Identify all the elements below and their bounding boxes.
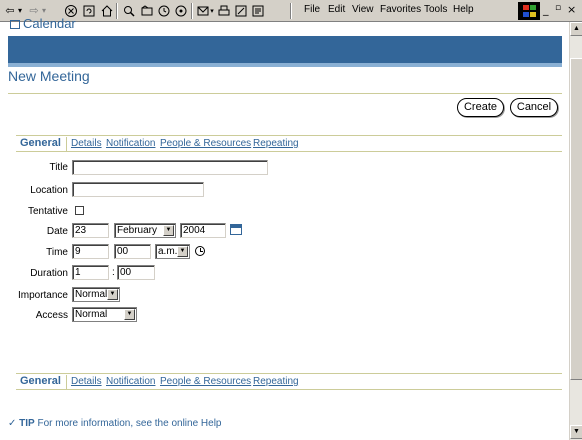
date-label: Date [46, 226, 68, 237]
tab-details[interactable]: Details [71, 138, 102, 149]
chevron-down-icon: ▼ [163, 225, 174, 236]
chevron-down-icon: ▼ [124, 309, 135, 320]
favorites-icon[interactable] [140, 3, 154, 19]
tip-line: ✓ TIP For more information, see the onli… [8, 418, 222, 429]
location-field[interactable] [72, 182, 204, 197]
discuss-icon[interactable] [251, 3, 265, 19]
tab-notification[interactable]: Notification [106, 138, 155, 149]
print-icon[interactable] [217, 3, 231, 19]
tab-bar-bottom: General Details Notification People & Re… [16, 373, 562, 390]
scroll-up-icon[interactable]: ▲ [570, 22, 582, 36]
menu-help[interactable]: Help [453, 4, 474, 15]
tip-text: For more information, see the online Hel… [37, 418, 222, 429]
mail-icon[interactable] [196, 3, 210, 19]
tip-label: TIP [19, 418, 35, 429]
header-banner-shadow [8, 63, 562, 67]
date-month-value: February [117, 225, 158, 236]
date-year-field[interactable]: 2004 [180, 223, 226, 238]
history-icon[interactable] [157, 3, 171, 19]
tab-people-resources[interactable]: People & Resources [160, 376, 251, 387]
access-label: Access [35, 310, 68, 321]
refresh-icon[interactable] [82, 3, 96, 19]
duration-hours-field[interactable]: 1 [72, 265, 109, 280]
menu-tools[interactable]: Tools [424, 4, 447, 15]
calendar-link[interactable]: Calendar [10, 16, 76, 31]
edit-icon[interactable] [234, 3, 248, 19]
importance-value: Normal [75, 289, 108, 300]
time-ampm-value: a.m. [158, 246, 178, 257]
home-icon[interactable] [100, 3, 114, 19]
scroll-thumb[interactable] [570, 58, 582, 380]
tab-general[interactable]: General [20, 137, 61, 149]
time-ampm-select[interactable]: a.m. ▼ [155, 244, 190, 259]
toolbar-separator [290, 3, 292, 19]
calendar-icon [10, 20, 20, 29]
menu-file[interactable]: File [304, 4, 320, 15]
tab-repeating[interactable]: Repeating [253, 376, 299, 387]
minimize-icon[interactable]: _ [543, 3, 549, 16]
search-icon[interactable] [122, 3, 136, 19]
menu-favorites[interactable]: Favorites [380, 4, 421, 15]
title-field[interactable] [72, 160, 268, 175]
vertical-scrollbar[interactable]: ▲ ▼ [569, 22, 582, 440]
access-select[interactable]: Normal ▼ [72, 307, 137, 322]
browser-toolbar: ⇦ ▾ ⇨ ▾ ▾ File Edit View Favorites Tools… [0, 0, 582, 22]
mail-dropdown-icon[interactable]: ▾ [209, 3, 215, 19]
location-label: Location [30, 185, 68, 196]
cancel-button[interactable]: Cancel [510, 98, 558, 117]
date-picker-icon[interactable] [230, 224, 242, 235]
toolbar-separator [191, 3, 193, 19]
header-banner [8, 36, 562, 66]
duration-separator: : [112, 267, 115, 278]
tip-icon: ✓ [8, 418, 17, 429]
menu-edit[interactable]: Edit [328, 4, 345, 15]
tab-divider [66, 375, 67, 389]
tentative-checkbox[interactable] [75, 206, 84, 215]
chevron-down-icon: ▼ [107, 289, 118, 300]
time-minute-field[interactable]: 00 [114, 244, 151, 259]
date-day-field[interactable]: 23 [72, 223, 109, 238]
close-icon[interactable]: × [567, 3, 576, 16]
restore-icon[interactable]: ▫ [555, 3, 561, 13]
importance-select[interactable]: Normal ▼ [72, 287, 120, 302]
create-button[interactable]: Create [457, 98, 504, 117]
scroll-down-icon[interactable]: ▼ [570, 425, 582, 439]
clock-icon[interactable] [195, 246, 205, 256]
tab-general[interactable]: General [20, 375, 61, 387]
title-divider [8, 93, 562, 94]
page-title: New Meeting [8, 68, 90, 84]
importance-label: Importance [17, 290, 68, 301]
duration-minutes-field[interactable]: 00 [117, 265, 155, 280]
access-value: Normal [75, 309, 108, 320]
tab-bar-top: General Details Notification People & Re… [16, 135, 562, 152]
title-label: Title [49, 162, 68, 173]
media-icon[interactable] [174, 3, 188, 19]
date-month-select[interactable]: February ▼ [114, 223, 176, 238]
toolbar-separator [116, 3, 118, 19]
menu-view[interactable]: View [352, 4, 374, 15]
tab-people-resources[interactable]: People & Resources [160, 138, 251, 149]
chevron-down-icon: ▼ [177, 246, 188, 257]
calendar-link-label[interactable]: Calendar [23, 16, 76, 31]
duration-label: Duration [30, 268, 68, 279]
tab-details[interactable]: Details [71, 376, 102, 387]
windows-logo-icon [518, 2, 540, 20]
tab-notification[interactable]: Notification [106, 376, 155, 387]
tab-repeating[interactable]: Repeating [253, 138, 299, 149]
time-label: Time [46, 247, 68, 258]
tentative-label: Tentative [27, 206, 68, 217]
time-hour-field[interactable]: 9 [72, 244, 109, 259]
tab-divider [66, 137, 67, 151]
